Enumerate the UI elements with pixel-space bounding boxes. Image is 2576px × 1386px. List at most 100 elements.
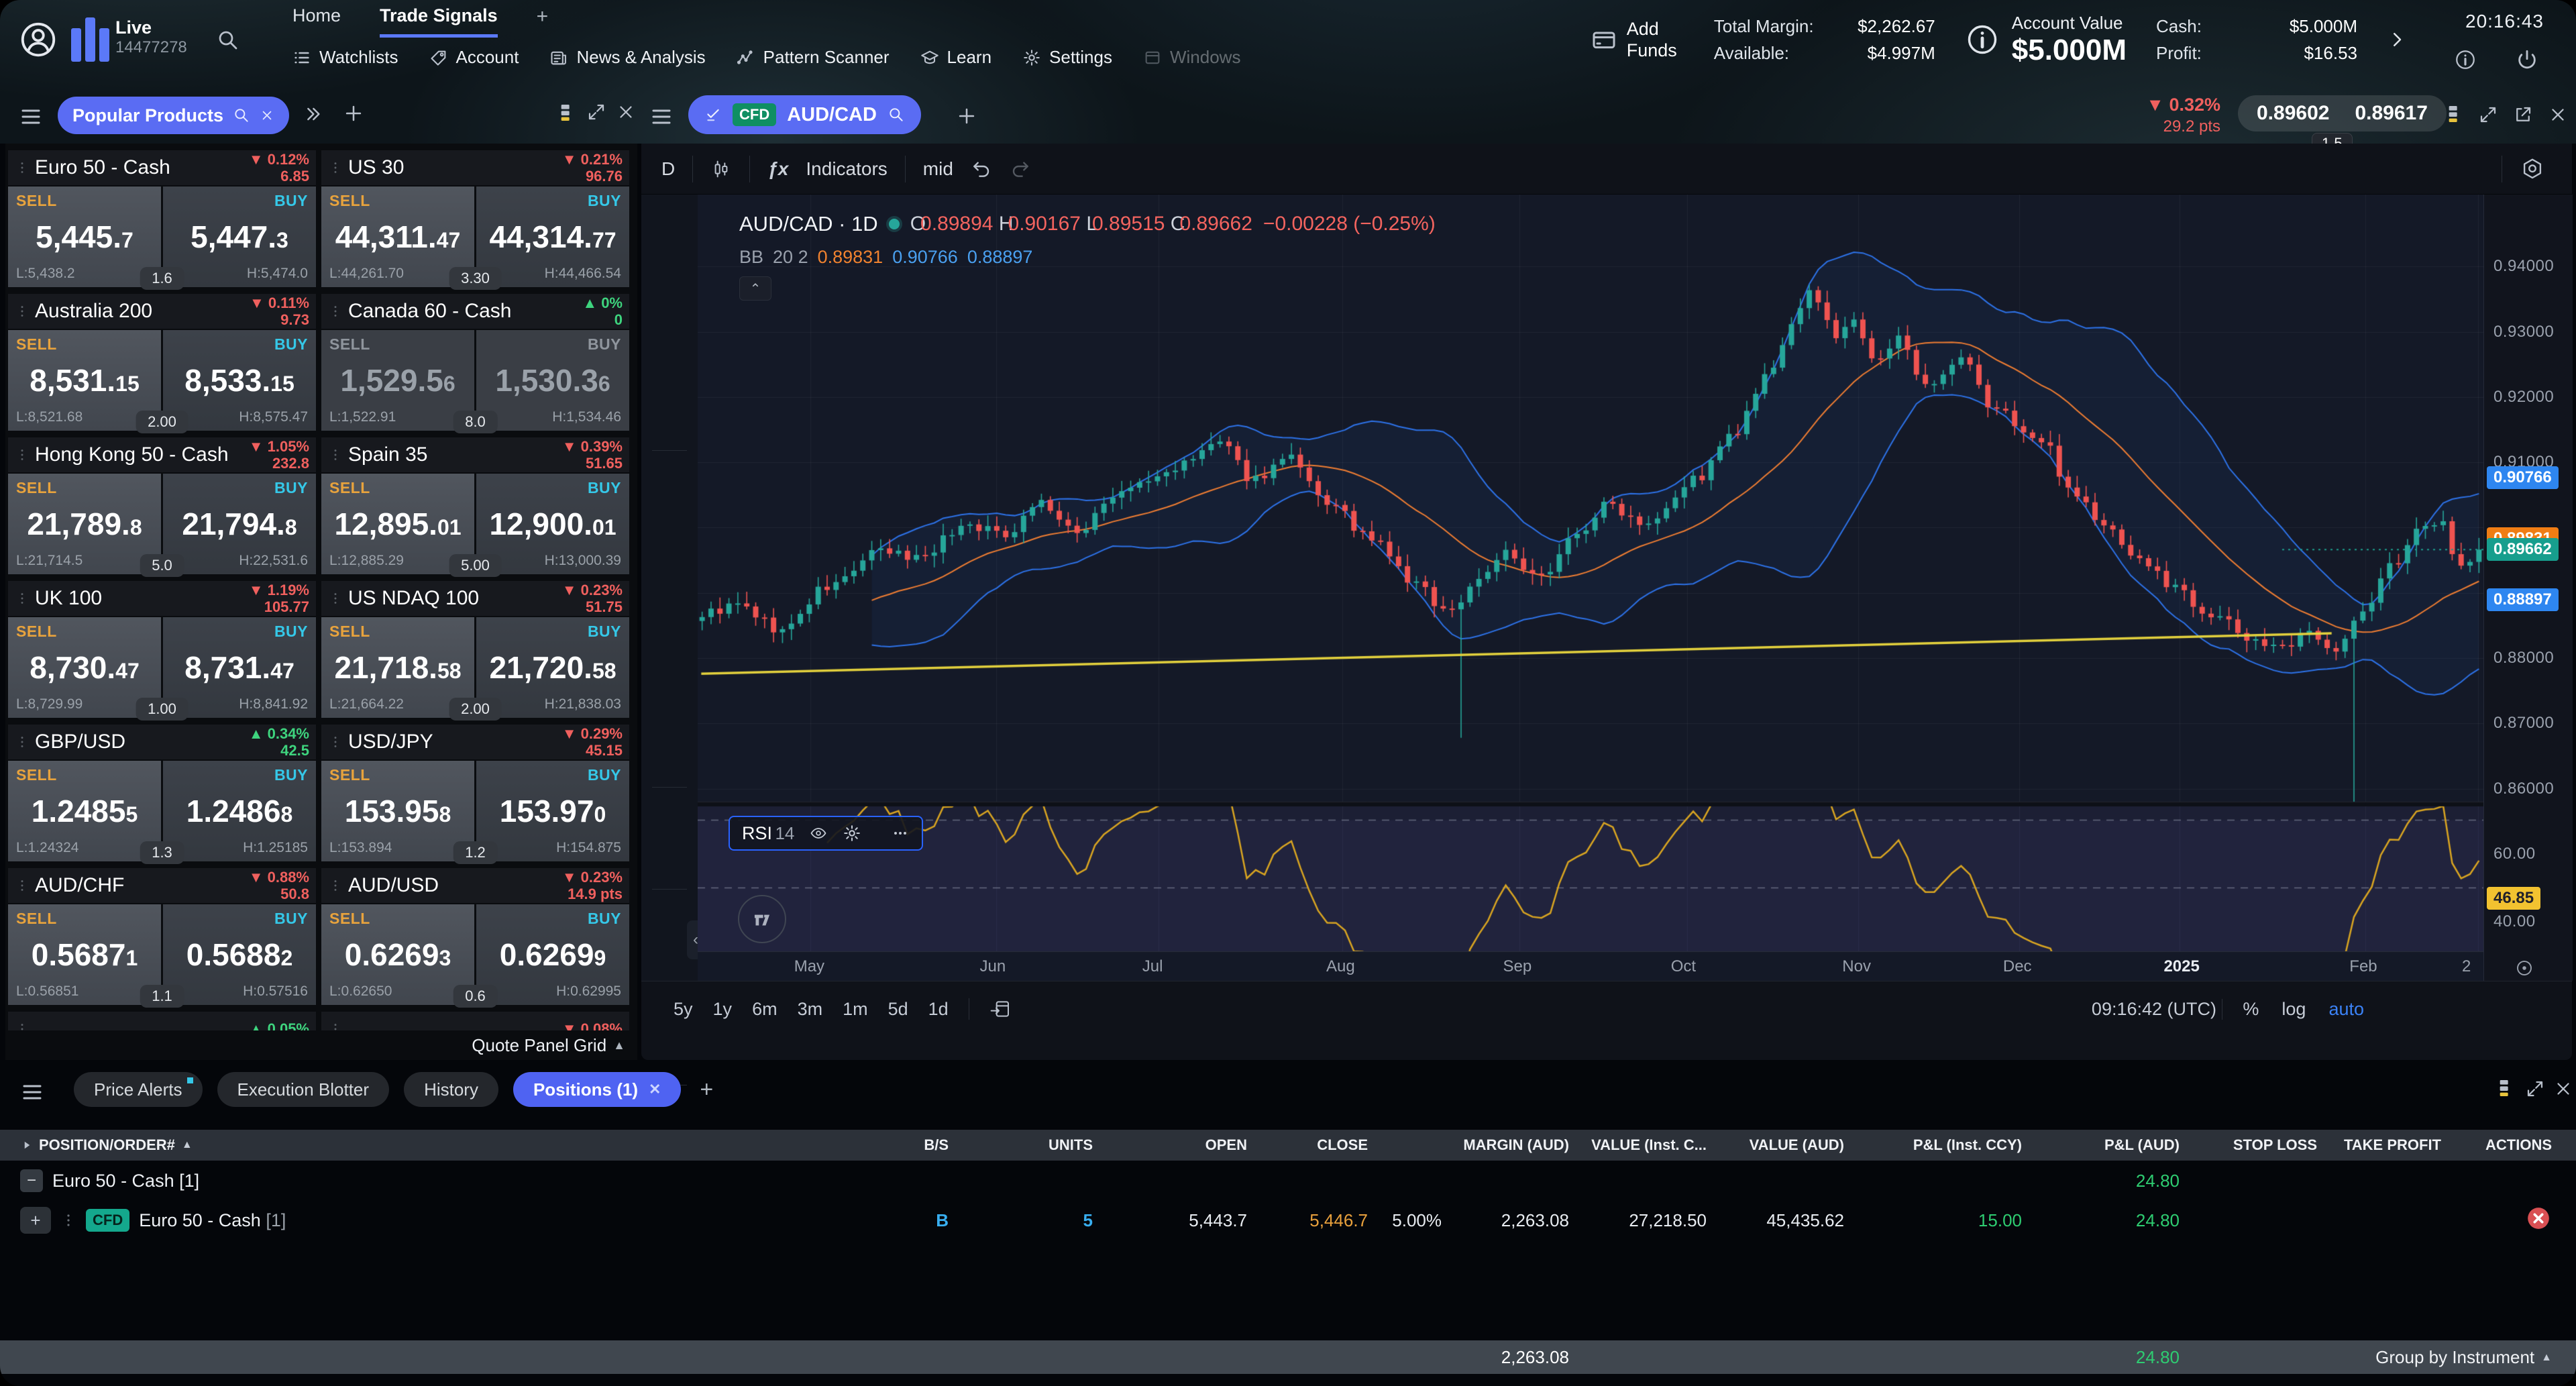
tile-header[interactable]: Hong Kong 50 - Cash▼ 1.05%232.8 [8, 437, 316, 472]
sell-button[interactable]: SELL1,529.56L:1,522.91 [321, 330, 474, 431]
price-axis[interactable]: 0.940000.930000.920000.910000.880000.870… [2483, 195, 2573, 981]
chart-type-candles-icon[interactable] [710, 158, 732, 180]
blotter-menu-icon[interactable] [20, 1080, 44, 1104]
mid-price-button[interactable]: mid [923, 158, 953, 180]
range-button-1m[interactable]: 1m [843, 999, 868, 1020]
tile-header[interactable]: Spain 35▼ 0.39%51.65 [321, 437, 629, 472]
column-header-take-profit[interactable]: TAKE PROFIT [2321, 1136, 2445, 1154]
nav-tab-trade-signals[interactable]: Trade Signals [380, 5, 498, 38]
layout-columns-icon[interactable] [2493, 1077, 2514, 1099]
more-dots-icon[interactable] [891, 824, 910, 843]
column-header-b-s[interactable]: B/S [852, 1136, 953, 1154]
rsi-indicator-toolbar[interactable]: RSI 14 [729, 816, 923, 851]
blotter-tab-positions-1-[interactable]: Positions (1)✕ [513, 1072, 681, 1107]
chart-clock[interactable]: 09:16:42 (UTC) [2092, 999, 2216, 1020]
drag-grip-icon[interactable] [328, 735, 343, 749]
blotter-tab-execution-blotter[interactable]: Execution Blotter [217, 1072, 390, 1107]
blotter-tab-history[interactable]: History [404, 1072, 498, 1107]
position-detail-row[interactable]: +CFDEuro 50 - Cash [1]B55,443.75,446.75.… [0, 1202, 2576, 1238]
drag-grip-icon[interactable] [15, 160, 30, 175]
chart-buy-price[interactable]: 0.89617 [2355, 102, 2427, 125]
menu-item-news-analysis[interactable]: News & Analysis [549, 47, 705, 68]
column-header-p-l-aud-[interactable]: P&L (AUD) [2026, 1136, 2184, 1154]
watchlist-menu-icon[interactable] [19, 105, 43, 129]
layout-columns-icon[interactable] [2442, 103, 2463, 125]
drag-grip-icon[interactable] [328, 304, 343, 319]
quote-panel-grid-footer[interactable]: Quote Panel Grid▲ [5, 1030, 637, 1060]
tile-header[interactable]: US 30▼ 0.21%96.76 [321, 150, 629, 185]
watchlist-selector-pill[interactable]: Popular Products [58, 97, 289, 134]
account-switcher[interactable]: Live 14477278 [115, 17, 187, 57]
scale-button-auto[interactable]: auto [2328, 999, 2364, 1020]
range-button-5d[interactable]: 5d [888, 999, 908, 1020]
search-icon[interactable] [888, 106, 905, 123]
tile-header[interactable]: GBP/USD▲ 0.34%42.5 [8, 725, 316, 759]
column-header-actions[interactable]: ACTIONS [2445, 1136, 2556, 1154]
chart-menu-icon[interactable] [649, 105, 674, 129]
position-group-row[interactable]: −Euro 50 - Cash [1]24.80 [0, 1165, 2576, 1197]
tile-header[interactable]: UK 100▼ 1.19%105.77 [8, 581, 316, 616]
drag-grip-icon[interactable] [15, 878, 30, 893]
drag-grip-icon[interactable] [15, 591, 30, 606]
undo-icon[interactable] [971, 158, 992, 180]
chart-symbol-pill[interactable]: CFD AUD/CAD [688, 95, 921, 134]
close-panel-icon[interactable] [2553, 1079, 2573, 1099]
scale-button-pct[interactable]: % [2243, 999, 2259, 1020]
drag-grip-icon[interactable] [15, 735, 30, 749]
drag-grip-icon[interactable] [328, 447, 343, 462]
eye-icon[interactable] [809, 824, 828, 843]
buy-button[interactable]: BUY1,530.36H:1,534.46 [476, 330, 629, 431]
tile-header[interactable]: Euro 50 - Cash▼ 0.12%6.85 [8, 150, 316, 185]
buy-button[interactable]: BUY153.970H:154.875 [476, 761, 629, 861]
close-icon[interactable] [260, 108, 274, 123]
menu-item-watchlists[interactable]: Watchlists [292, 47, 398, 68]
go-to-date-icon[interactable] [969, 998, 1011, 1020]
redo-icon[interactable] [1010, 158, 1031, 180]
info-circle-icon[interactable] [1965, 22, 2000, 57]
help-info-icon[interactable] [2454, 48, 2477, 71]
interval-button[interactable]: D [661, 158, 675, 180]
close-panel-icon[interactable] [2548, 105, 2568, 125]
column-header-open[interactable]: OPEN [1097, 1136, 1251, 1154]
add-watchlist-icon[interactable] [342, 102, 365, 125]
range-button-6m[interactable]: 6m [752, 999, 777, 1020]
column-header-stop-loss[interactable]: STOP LOSS [2184, 1136, 2321, 1154]
profile-avatar-icon[interactable] [17, 19, 59, 60]
positions-table-header[interactable]: POSITION/ORDER#▲B/SUNITSOPENCLOSEMARGIN … [0, 1130, 2576, 1161]
sell-button[interactable]: SELL5,445.7L:5,438.2 [8, 186, 161, 287]
expand-tabs-icon[interactable] [302, 103, 323, 125]
expand-all-icon[interactable] [20, 1139, 32, 1151]
buy-button[interactable]: BUY0.56882H:0.57516 [163, 904, 316, 1005]
collapse-group-button[interactable]: − [20, 1169, 43, 1192]
maximize-panel-icon[interactable] [586, 102, 606, 122]
legend-collapse-button[interactable]: ⌃ [739, 276, 771, 301]
chart-settings-icon[interactable] [2520, 156, 2545, 182]
drag-grip-icon[interactable] [15, 304, 30, 319]
column-header-margin-aud-[interactable]: MARGIN (AUD) [1446, 1136, 1573, 1154]
column-header-units[interactable]: UNITS [953, 1136, 1097, 1154]
scale-button-log[interactable]: log [2282, 999, 2306, 1020]
maximize-panel-icon[interactable] [2478, 105, 2498, 125]
close-position-icon[interactable] [2525, 1205, 2552, 1232]
column-header-position-order-[interactable]: POSITION/ORDER#▲ [20, 1136, 852, 1154]
drag-grip-icon[interactable] [328, 591, 343, 606]
sell-button[interactable]: SELL21,789.8L:21,714.5 [8, 474, 161, 574]
new-workspace-tab-button[interactable]: + [537, 5, 549, 28]
column-header-value-aud-[interactable]: VALUE (AUD) [1711, 1136, 1848, 1154]
maximize-panel-icon[interactable] [2525, 1079, 2545, 1099]
popout-panel-icon[interactable] [2513, 105, 2533, 125]
menu-item-settings[interactable]: Settings [1022, 47, 1112, 68]
drag-grip-icon[interactable] [328, 160, 343, 175]
range-button-3m[interactable]: 3m [798, 999, 823, 1020]
watch-check-icon[interactable] [704, 106, 722, 123]
indicators-button[interactable]: Indicators [806, 158, 887, 180]
menu-item-learn[interactable]: Learn [920, 47, 992, 68]
sell-button[interactable]: SELL1.24855L:1.24324 [8, 761, 161, 861]
tile-header[interactable]: Australia 200▼ 0.11%9.73 [8, 294, 316, 329]
add-to-position-button[interactable]: + [20, 1207, 51, 1234]
tile-header[interactable]: AUD/USD▼ 0.23%14.9 pts [321, 868, 629, 903]
buy-button[interactable]: BUY5,447.3H:5,474.0 [163, 186, 316, 287]
tile-header[interactable]: AUD/CHF▼ 0.88%50.8 [8, 868, 316, 903]
range-button-1y[interactable]: 1y [713, 999, 733, 1020]
range-button-1d[interactable]: 1d [928, 999, 949, 1020]
